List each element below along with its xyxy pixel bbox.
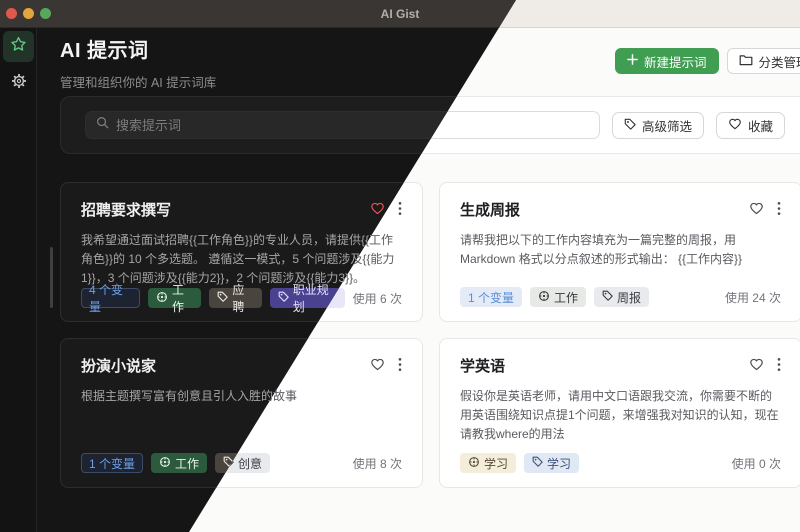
- category-icon: [538, 290, 550, 305]
- tag-chip: 学习: [460, 453, 516, 473]
- prompt-card[interactable]: 学英语假设你是英语老师，请用中文口语跟我交流，你需要不断的用英语围绕知识点提1个…: [439, 338, 800, 488]
- variable-count-badge: 1 个变量: [81, 453, 143, 473]
- page-title: AI 提示词: [60, 34, 216, 63]
- more-menu-button[interactable]: [777, 201, 781, 218]
- tag-icon: [602, 290, 613, 304]
- more-menu-button[interactable]: [398, 201, 402, 218]
- favorite-button[interactable]: [370, 201, 385, 218]
- usage-count: 使用 24 次: [725, 289, 781, 306]
- tag-chip: 学习: [524, 453, 579, 473]
- category-icon: [156, 291, 168, 306]
- usage-count: 使用 8 次: [353, 455, 402, 472]
- heart-icon: [370, 357, 385, 374]
- tag-label: 周报: [617, 289, 641, 306]
- tag-label: 工作: [175, 455, 199, 472]
- tag-chip: 工作: [151, 453, 207, 473]
- tag-label: 创意: [238, 455, 262, 472]
- header-actions: 新建提示词 分类管理: [615, 48, 800, 74]
- card-header: 生成周报: [460, 199, 781, 220]
- card-title: 生成周报: [460, 199, 520, 220]
- usage-count: 使用 6 次: [353, 290, 402, 307]
- favorites-filter-button[interactable]: 收藏: [716, 112, 785, 139]
- search-icon: [96, 116, 109, 134]
- kebab-menu-icon: [398, 201, 402, 218]
- favorite-button[interactable]: [749, 357, 764, 374]
- tag-label: 学习: [484, 455, 508, 472]
- tag-label: 学习: [547, 455, 571, 472]
- plus-icon: [627, 54, 638, 68]
- tag-icon: [624, 118, 636, 133]
- tag-chip: 周报: [594, 287, 649, 307]
- star-icon: [10, 36, 27, 58]
- tag-icon: [532, 456, 543, 470]
- card-body-text: 假设你是英语老师，请用中文口语跟我交流，你需要不断的用英语围绕知识点提1个问题，…: [460, 387, 781, 444]
- new-prompt-button[interactable]: 新建提示词: [615, 48, 719, 74]
- category-icon: [159, 456, 171, 471]
- card-title: 学英语: [460, 355, 505, 376]
- kebab-menu-icon: [777, 201, 781, 218]
- category-manage-label: 分类管理: [759, 52, 800, 71]
- tag-icon: [278, 291, 289, 305]
- favorite-button[interactable]: [370, 357, 385, 374]
- kebab-menu-icon: [777, 357, 781, 374]
- tag-icon: [217, 291, 228, 305]
- sidebar-item-prompts[interactable]: [3, 31, 34, 62]
- card-body-text: 请帮我把以下的工作内容填充为一篇完整的周报，用 Markdown 格式以分点叙述…: [460, 231, 781, 269]
- card-title: 招聘要求撰写: [81, 199, 171, 220]
- heart-icon: [728, 117, 742, 133]
- card-footer: 学习 学习 使用 0 次: [460, 453, 781, 473]
- new-prompt-label: 新建提示词: [644, 52, 707, 71]
- tag-label: 工作: [554, 289, 578, 306]
- tag-label: 工作: [172, 281, 193, 315]
- more-menu-button[interactable]: [398, 357, 402, 374]
- usage-count: 使用 0 次: [732, 455, 781, 472]
- prompt-card[interactable]: 生成周报请帮我把以下的工作内容填充为一篇完整的周报，用 Markdown 格式以…: [439, 182, 800, 322]
- kebab-menu-icon: [398, 357, 402, 374]
- heart-icon: [749, 357, 764, 374]
- app-window: AI Gist: [0, 0, 800, 532]
- favorite-button[interactable]: [749, 201, 764, 218]
- page-header: AI 提示词 管理和组织你的 AI 提示词库: [60, 34, 216, 91]
- card-title: 扮演小说家: [81, 355, 156, 376]
- variable-count-badge: 4 个变量: [81, 288, 140, 308]
- category-icon: [468, 456, 480, 471]
- heart-icon: [749, 201, 764, 218]
- tag-chip: 工作: [148, 288, 201, 308]
- card-header: 招聘要求撰写: [81, 199, 402, 220]
- folder-icon: [739, 54, 753, 69]
- favorites-filter-label: 收藏: [748, 116, 773, 135]
- sidebar: [0, 28, 37, 532]
- sidebar-item-settings[interactable]: [0, 70, 37, 96]
- category-manage-button[interactable]: 分类管理: [727, 48, 800, 74]
- tag-label: 应聘: [232, 281, 253, 315]
- gear-icon: [11, 73, 27, 94]
- card-footer: 1 个变量 工作 周报 使用 24 次: [460, 287, 781, 307]
- advanced-filter-label: 高级筛选: [642, 116, 692, 135]
- tag-chip: 工作: [530, 287, 586, 307]
- more-menu-button[interactable]: [777, 357, 781, 374]
- advanced-filter-button[interactable]: 高级筛选: [612, 112, 704, 139]
- variable-count-badge: 1 个变量: [460, 287, 522, 307]
- card-header: 学英语: [460, 355, 781, 376]
- heart-icon: [370, 201, 385, 218]
- tag-chip: 应聘: [209, 288, 261, 308]
- scrollbar-thumb[interactable]: [50, 247, 53, 308]
- page-subtitle: 管理和组织你的 AI 提示词库: [60, 72, 216, 91]
